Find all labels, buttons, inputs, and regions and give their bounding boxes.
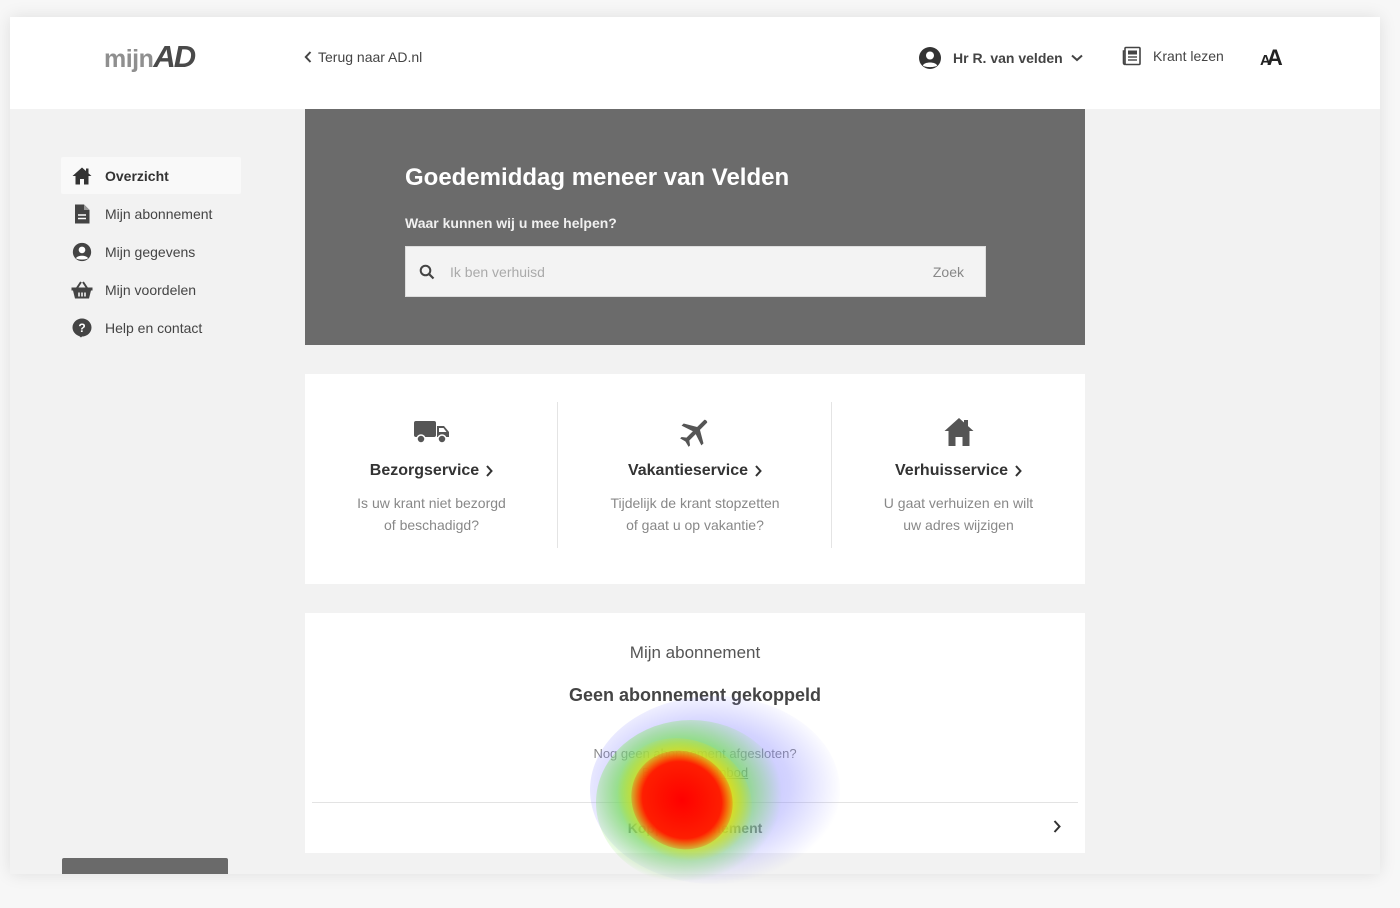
service-desc-line: of gaat u op vakantie? <box>626 517 764 533</box>
sidebar-item-gegevens[interactable]: Mijn gegevens <box>61 233 241 270</box>
link-subscription-label: Koppel abonnement <box>627 820 763 836</box>
chevron-left-icon <box>304 51 312 63</box>
sidebar-nav: Overzicht Mijn abonnement Mijn gegevens … <box>61 157 241 347</box>
sidebar-item-label: Mijn abonnement <box>105 205 213 222</box>
service-title: Bezorgservice <box>305 462 558 480</box>
subscription-info: Nog geen abonnement afgesloten? Bekijk o… <box>305 744 1085 782</box>
sidebar-item-overzicht[interactable]: Overzicht <box>61 157 241 194</box>
newspaper-icon <box>1122 46 1141 66</box>
font-size-small-glyph: A <box>1260 52 1271 69</box>
offer-link[interactable]: Bekijk ons aanbod <box>642 765 748 780</box>
sidebar-item-label: Mijn gegevens <box>105 243 196 260</box>
service-description: Tijdelijk de krant stopzetten of gaat u … <box>558 492 832 536</box>
service-desc-line: uw adres wijzigen <box>903 517 1014 533</box>
service-title: Verhuisservice <box>832 462 1085 480</box>
search-bar: Zoek <box>405 246 986 297</box>
subscription-title: Mijn abonnement <box>629 643 761 662</box>
sidebar-item-label: Mijn voordelen <box>105 281 197 298</box>
back-link-label: Terug naar AD.nl <box>318 49 423 65</box>
sidebar-item-help[interactable]: ? Help en contact <box>61 309 241 346</box>
search-icon <box>419 264 435 279</box>
search-button[interactable]: Zoek <box>933 264 964 280</box>
chevron-right-icon <box>486 465 494 477</box>
font-size-button[interactable]: AA <box>1260 45 1283 71</box>
svg-text:?: ? <box>78 321 85 335</box>
mijn-ad-logo[interactable]: mijn AD <box>104 39 196 74</box>
subscription-card: Mijn abonnement Geen abonnement gekoppel… <box>305 613 1085 853</box>
font-size-large-glyph: A <box>1266 45 1283 70</box>
back-to-ad-link[interactable]: Terug naar AD.nl <box>304 49 422 65</box>
service-desc-line: Tijdelijk de krant stopzetten <box>610 495 780 511</box>
hero-banner: Goedemiddag meneer van Velden Waar kunne… <box>305 109 1085 345</box>
basket-icon <box>71 279 93 301</box>
service-verhuisservice[interactable]: Verhuisservice U gaat verhuizen en wilt … <box>832 374 1085 584</box>
service-title-text: Bezorgservice <box>369 462 480 479</box>
home-icon <box>71 165 93 187</box>
subscription-status: Geen abonnement gekoppeld <box>568 685 822 705</box>
user-icon <box>71 241 93 263</box>
document-icon <box>71 203 93 225</box>
service-desc-line: of beschadigd? <box>384 517 479 533</box>
sidebar-item-abonnement[interactable]: Mijn abonnement <box>61 195 241 232</box>
search-input[interactable] <box>450 263 933 280</box>
subscription-text: Nog geen abonnement afgesloten? <box>593 746 797 761</box>
service-description: U gaat verhuizen en wilt uw adres wijzig… <box>832 492 1085 536</box>
user-menu[interactable]: Hr R. van velden <box>918 46 1083 70</box>
service-desc-line: U gaat verhuizen en wilt <box>883 495 1034 511</box>
truck-icon <box>305 414 558 450</box>
top-header: mijn AD Terug naar AD.nl Hr R. van velde… <box>10 17 1380 109</box>
user-name: Hr R. van velden <box>953 50 1063 66</box>
feedback-tab[interactable] <box>62 858 228 874</box>
chevron-right-icon <box>755 465 762 477</box>
service-desc-line: Is uw krant niet bezorgd <box>357 495 506 511</box>
services-card: Bezorgservice Is uw krant niet bezorgd o… <box>305 374 1085 584</box>
sidebar-item-label: Overzicht <box>105 167 169 184</box>
house-icon <box>832 414 1085 450</box>
help-icon: ? <box>71 317 93 339</box>
link-subscription-button[interactable]: Koppel abonnement <box>312 803 1078 853</box>
service-bezorgservice[interactable]: Bezorgservice Is uw krant niet bezorgd o… <box>305 374 558 584</box>
sidebar-item-label: Help en contact <box>105 319 203 336</box>
service-description: Is uw krant niet bezorgd of beschadigd? <box>305 492 558 536</box>
service-vakantieservice[interactable]: Vakantieservice Tijdelijk de krant stopz… <box>558 374 832 584</box>
logo-mijn-text: mijn <box>104 45 154 73</box>
krant-label: Krant lezen <box>1153 48 1224 64</box>
help-question: Waar kunnen wij u mee helpen? <box>405 215 617 231</box>
page-frame: mijn AD Terug naar AD.nl Hr R. van velde… <box>10 17 1380 874</box>
chevron-down-icon <box>1071 54 1083 62</box>
chevron-right-icon <box>1015 465 1022 477</box>
user-avatar-icon <box>919 47 941 69</box>
airplane-icon <box>558 414 832 450</box>
logo-ad-text: AD <box>153 39 196 74</box>
service-title-text: Verhuisservice <box>895 462 1008 479</box>
service-title: Vakantieservice <box>558 462 832 480</box>
greeting-title: Goedemiddag meneer van Velden <box>405 164 790 191</box>
sidebar-item-voordelen[interactable]: Mijn voordelen <box>61 271 241 308</box>
read-newspaper-link[interactable]: Krant lezen <box>1122 46 1224 66</box>
service-title-text: Vakantieservice <box>627 462 749 479</box>
chevron-right-icon <box>1053 820 1061 833</box>
